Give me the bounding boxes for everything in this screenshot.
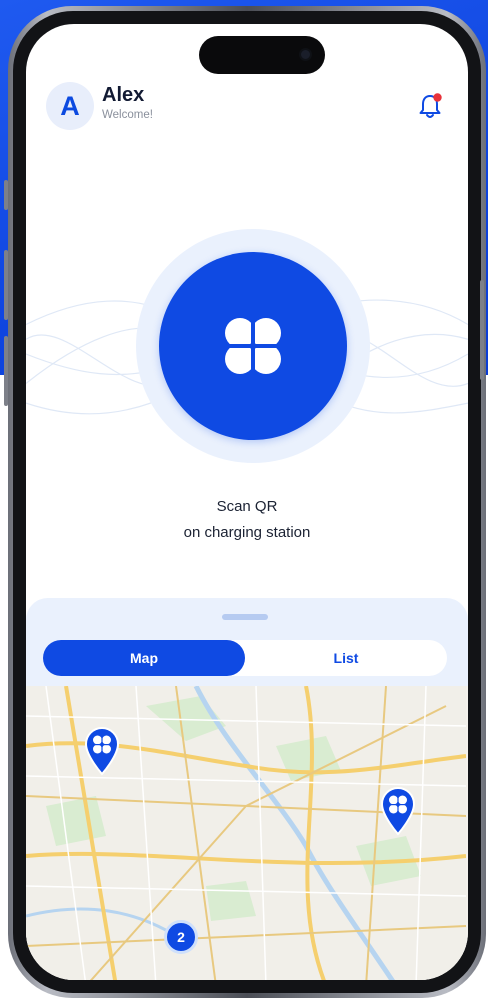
header: A Alex Welcome! xyxy=(46,76,452,136)
avatar[interactable]: A xyxy=(46,82,94,130)
map-view[interactable]: 2 xyxy=(26,686,468,980)
mute-switch xyxy=(4,180,8,210)
tab-map[interactable]: Map xyxy=(43,640,245,676)
scan-title: Scan QR xyxy=(216,498,278,515)
charging-station-pin[interactable] xyxy=(82,726,122,776)
volume-up-button xyxy=(4,250,8,320)
notifications-button[interactable] xyxy=(414,90,446,122)
user-name: Alex xyxy=(102,84,145,106)
bell-icon xyxy=(419,93,442,118)
scan-halo xyxy=(136,229,370,463)
scan-qr-button[interactable] xyxy=(159,252,347,440)
notification-dot xyxy=(433,93,442,102)
scan-subtitle: on charging station xyxy=(183,524,311,541)
view-toggle: Map List xyxy=(43,640,447,676)
phone-frame: A Alex Welcome! Scan QR on charging stat… xyxy=(8,6,486,998)
drag-handle[interactable] xyxy=(222,614,268,620)
app-screen: A Alex Welcome! Scan QR on charging stat… xyxy=(26,24,468,980)
station-cluster[interactable]: 2 xyxy=(164,920,198,954)
brand-logo-icon xyxy=(218,311,288,381)
welcome-text: Welcome! xyxy=(102,109,153,121)
power-button xyxy=(480,280,484,380)
dynamic-island xyxy=(199,36,325,74)
volume-down-button xyxy=(4,336,8,406)
tab-list[interactable]: List xyxy=(245,640,447,676)
charging-station-pin[interactable] xyxy=(378,786,418,836)
camera-icon xyxy=(299,48,312,61)
